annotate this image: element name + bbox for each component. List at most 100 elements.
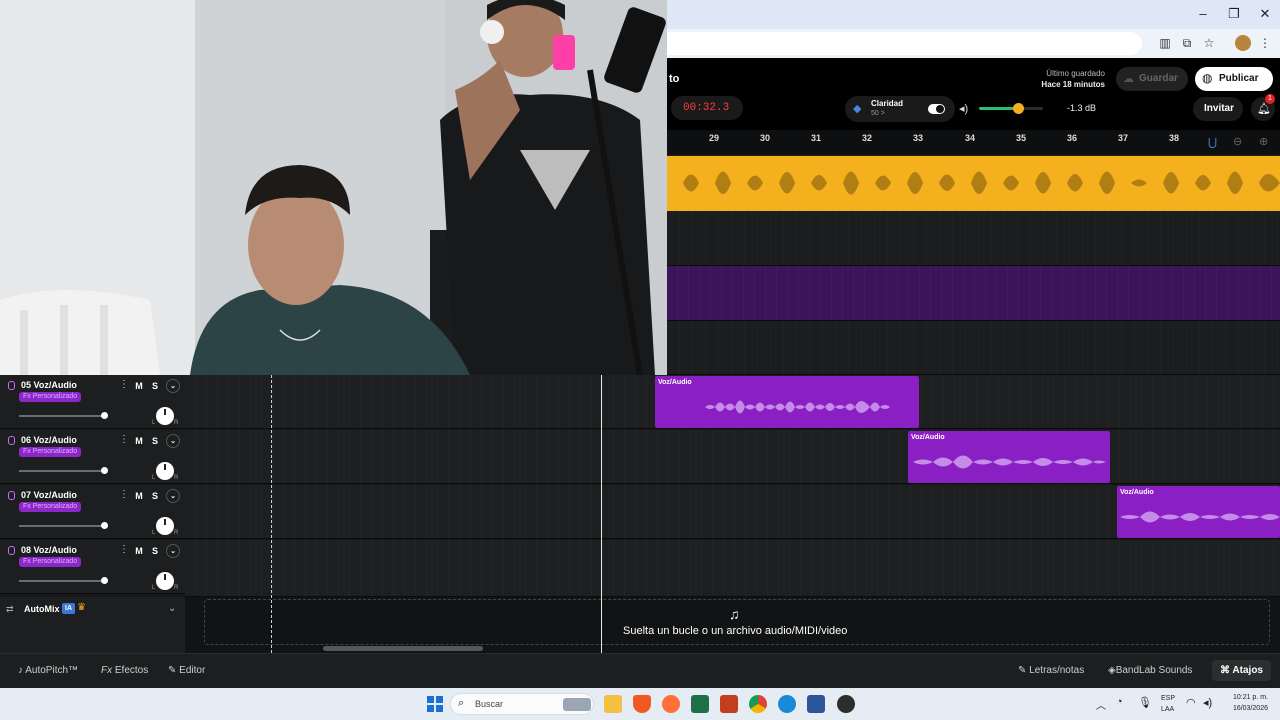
edge-icon[interactable] [778, 695, 796, 713]
autopitch-button[interactable]: ♪ AutoPitch™ [18, 665, 78, 676]
zoom-in-icon[interactable]: ⊕ [1259, 135, 1268, 148]
clock-time[interactable]: 10:21 p. m. [1222, 694, 1268, 701]
windows-start-icon[interactable] [426, 695, 444, 713]
audio-region[interactable]: Voz/Audio [908, 431, 1110, 483]
excel-icon[interactable] [691, 695, 709, 713]
project-title[interactable]: to [669, 73, 679, 85]
mute-button[interactable]: M [132, 544, 146, 558]
pan-knob[interactable] [156, 572, 174, 590]
reading-mode-icon[interactable]: ▥ [1157, 35, 1173, 51]
solo-button[interactable]: S [148, 379, 162, 393]
master-volume-slider[interactable] [979, 103, 1043, 114]
chevron-up-icon[interactable]: ︿ [1096, 697, 1106, 712]
wifi-icon[interactable]: ◠ [1186, 696, 1196, 709]
volume-slider-handle[interactable] [101, 467, 108, 474]
volume-slider[interactable] [19, 415, 105, 417]
bandlab-sounds-button[interactable]: ◈BandLab Sounds [1108, 665, 1192, 676]
pan-knob[interactable] [156, 462, 174, 480]
editor-button[interactable]: ✎ Editor [168, 665, 205, 676]
firefox-icon[interactable] [662, 695, 680, 713]
fx-badge[interactable]: Fx Personalizado [19, 447, 82, 457]
maximize-icon[interactable]: ❐ [1224, 5, 1244, 23]
shortcuts-button[interactable]: ⌘ Atajos [1212, 660, 1271, 681]
mute-button[interactable]: M [132, 434, 146, 448]
loop-marker[interactable] [271, 375, 272, 653]
snap-magnet-icon[interactable]: ⋃ [1208, 136, 1217, 149]
volume-tray-icon[interactable]: ◂) [1203, 696, 1212, 709]
profile-avatar[interactable] [1235, 35, 1251, 51]
drop-zone[interactable]: ♫ Suelta un bucle o un archivo audio/MID… [204, 599, 1270, 645]
fx-badge[interactable]: Fx Personalizado [19, 557, 82, 567]
solo-button[interactable]: S [148, 544, 162, 558]
track-header[interactable]: 08 Voz/Audio Fx Personalizado ⋮ M S ⌄ LR [0, 540, 185, 594]
pan-knob[interactable] [156, 517, 174, 535]
language-code[interactable]: ESP [1161, 695, 1175, 702]
notifications-button[interactable]: 🔔︎ 1 [1251, 94, 1275, 121]
track-lane-purple[interactable] [667, 266, 1280, 321]
automix-header[interactable]: ⇄ AutoMix IA ♛ ⌄ [0, 597, 185, 653]
pan-knob[interactable] [156, 407, 174, 425]
horizontal-scrollbar[interactable] [323, 646, 483, 651]
close-icon[interactable]: ✕ [1255, 5, 1275, 23]
clarity-toggle[interactable] [928, 104, 945, 114]
zoom-out-icon[interactable]: ⊖ [1233, 135, 1242, 148]
chrome-icon[interactable] [749, 695, 767, 713]
track-lane-empty[interactable] [667, 321, 1280, 375]
track-lane-empty[interactable] [667, 211, 1280, 266]
solo-button[interactable]: S [148, 434, 162, 448]
volume-slider[interactable] [19, 525, 105, 527]
network-icon[interactable]: ◔ [1116, 696, 1123, 708]
track-lane-yellow[interactable] [667, 156, 1280, 211]
powerpoint-icon[interactable] [720, 695, 738, 713]
audio-region[interactable]: Voz/Audio [1117, 486, 1280, 538]
track-lane[interactable]: Voz/Audio [185, 430, 1280, 484]
track-lane[interactable]: Voz/Audio [185, 375, 1280, 429]
fx-badge[interactable]: Fx Personalizado [19, 392, 82, 402]
audio-region[interactable]: Voz/Audio [655, 376, 919, 428]
app-icon[interactable] [837, 695, 855, 713]
chevron-down-icon[interactable]: ⌄ [166, 544, 180, 558]
chevron-down-icon[interactable]: ⌄ [166, 489, 180, 503]
clock-date[interactable]: 16/03/2026 [1222, 705, 1268, 712]
word-icon[interactable] [807, 695, 825, 713]
bookmark-star-icon[interactable]: ☆ [1201, 35, 1217, 51]
track-lane[interactable]: Voz/Audio [185, 485, 1280, 539]
keyboard-layout[interactable]: LAA [1161, 706, 1174, 713]
mute-button[interactable]: M [132, 379, 146, 393]
volume-slider[interactable] [19, 470, 105, 472]
more-options-icon[interactable]: ⋮ [119, 489, 129, 500]
more-options-icon[interactable]: ⋮ [119, 544, 129, 555]
solo-button[interactable]: S [148, 489, 162, 503]
mute-button[interactable]: M [132, 489, 146, 503]
track-lane[interactable] [185, 540, 1280, 597]
address-bar[interactable] [667, 32, 1142, 55]
chevron-down-icon[interactable]: ⌄ [166, 379, 180, 393]
lyrics-button[interactable]: ✎ Letras/notas [1018, 665, 1084, 676]
clarity-control[interactable]: ◆ Claridad 50 > [845, 96, 955, 122]
save-button[interactable]: ☁ Guardar [1116, 67, 1188, 91]
chevron-down-icon[interactable]: ⌄ [168, 603, 176, 614]
track-name[interactable]: 08 Voz/Audio [21, 545, 77, 555]
install-app-icon[interactable]: ⧉ [1179, 35, 1195, 51]
volume-slider-handle[interactable] [101, 577, 108, 584]
track-name[interactable]: 06 Voz/Audio [21, 435, 77, 445]
speaker-icon[interactable]: ◂) [959, 102, 968, 115]
chevron-down-icon[interactable]: ⌄ [166, 434, 180, 448]
more-options-icon[interactable]: ⋮ [119, 434, 129, 445]
minimize-icon[interactable]: – [1193, 5, 1213, 23]
brave-browser-icon[interactable] [633, 695, 651, 713]
volume-slider-handle[interactable] [101, 412, 108, 419]
invite-button[interactable]: Invitar [1193, 97, 1243, 121]
volume-slider-handle[interactable] [101, 522, 108, 529]
playhead[interactable] [601, 375, 602, 653]
more-options-icon[interactable]: ⋮ [119, 379, 129, 390]
browser-menu-icon[interactable]: ⋮ [1257, 35, 1273, 51]
effects-button[interactable]: Fx Efectos [101, 665, 148, 676]
fx-badge[interactable]: Fx Personalizado [19, 502, 82, 512]
publish-button[interactable]: ◍ Publicar [1195, 67, 1273, 91]
volume-slider[interactable] [19, 580, 105, 582]
track-header[interactable]: 07 Voz/Audio Fx Personalizado ⋮ M S ⌄ LR [0, 485, 185, 539]
track-name[interactable]: 07 Voz/Audio [21, 490, 77, 500]
timeline-ruler[interactable]: 29 30 31 32 33 34 35 36 37 38 ⋃ ⊖ ⊕ [667, 130, 1280, 156]
track-header[interactable]: 05 Voz/Audio Fx Personalizado ⋮ M S ⌄ LR [0, 375, 185, 429]
